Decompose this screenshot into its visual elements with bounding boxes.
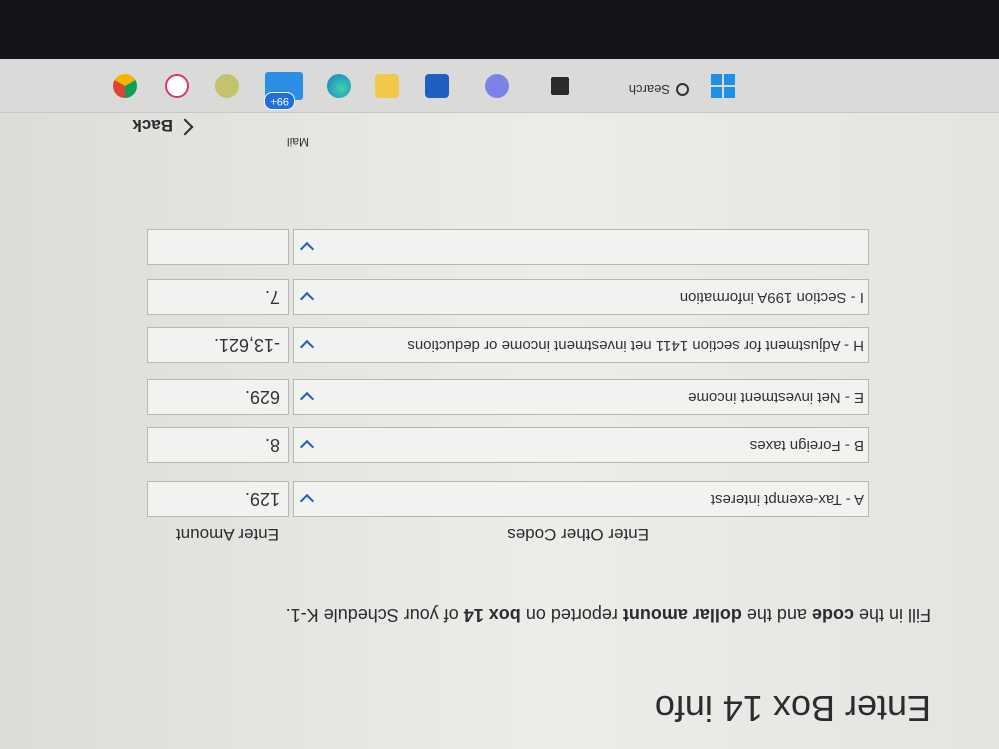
amount-input[interactable]: -13,621. bbox=[147, 327, 289, 363]
back-chevron-icon bbox=[176, 118, 194, 136]
screen: Enter Box 14 info Fill in the code and t… bbox=[0, 58, 999, 749]
mail-badge: 99+ bbox=[264, 92, 295, 110]
column-header-codes: Enter Other Codes bbox=[507, 525, 649, 544]
taskbar-search[interactable]: Search bbox=[629, 82, 689, 97]
amount-input[interactable]: 629. bbox=[147, 379, 289, 415]
task-view-icon[interactable] bbox=[551, 77, 569, 95]
code-select-value: I - Section 199A information bbox=[679, 289, 864, 306]
file-explorer-icon[interactable] bbox=[375, 74, 399, 98]
back-button-label: Back bbox=[132, 116, 173, 135]
chevron-down-icon bbox=[299, 339, 315, 355]
mail-tooltip: Mail bbox=[286, 135, 309, 149]
instructions-bold-dollar: dollar amount bbox=[622, 605, 742, 625]
code-select-value: E - Net investment income bbox=[688, 389, 864, 406]
amount-input[interactable]: 8. bbox=[147, 427, 289, 463]
code-select-value: A - Tax-exempt interest bbox=[710, 491, 864, 508]
instructions-bold-box: box 14 bbox=[463, 605, 521, 625]
chevron-down-icon bbox=[299, 291, 315, 307]
code-select[interactable]: B - Foreign taxes bbox=[293, 427, 869, 463]
chevron-down-icon bbox=[299, 493, 315, 509]
instructions-text-4: of your Schedule K-1. bbox=[285, 605, 464, 625]
page-title: Enter Box 14 info bbox=[654, 688, 931, 729]
code-select-value: B - Foreign taxes bbox=[749, 437, 864, 454]
amount-input[interactable]: 129. bbox=[147, 481, 289, 517]
teams-icon[interactable] bbox=[485, 74, 509, 98]
back-button[interactable]: Back bbox=[132, 115, 194, 136]
code-select[interactable]: A - Tax-exempt interest bbox=[293, 481, 869, 517]
amount-input[interactable] bbox=[147, 229, 289, 265]
code-select[interactable] bbox=[293, 229, 869, 265]
code-select-value: H - Adjustment for section 1411 net inve… bbox=[407, 337, 864, 354]
rotated-screen: Enter Box 14 info Fill in the code and t… bbox=[0, 0, 999, 749]
chrome-icon[interactable] bbox=[113, 74, 137, 98]
code-select[interactable]: E - Net investment income bbox=[293, 379, 869, 415]
photo-stage: Enter Box 14 info Fill in the code and t… bbox=[0, 0, 999, 749]
instructions-text-3: reported on bbox=[520, 605, 623, 625]
slack-icon[interactable] bbox=[165, 74, 189, 98]
column-header-amount: Enter Amount bbox=[175, 525, 279, 544]
monitor-bezel bbox=[0, 0, 999, 59]
store-icon[interactable] bbox=[425, 74, 449, 98]
chevron-down-icon bbox=[299, 241, 315, 257]
taskbar: Search 99+ bbox=[0, 58, 999, 113]
instructions-text-1: Fill in the bbox=[853, 605, 931, 625]
app-icon[interactable] bbox=[215, 74, 239, 98]
instructions: Fill in the code and the dollar amount r… bbox=[286, 604, 931, 625]
code-select[interactable]: H - Adjustment for section 1411 net inve… bbox=[293, 327, 869, 363]
edge-icon[interactable] bbox=[327, 74, 351, 98]
instructions-bold-code: code bbox=[811, 605, 854, 625]
chevron-down-icon bbox=[299, 391, 315, 407]
amount-input[interactable]: 7. bbox=[147, 279, 289, 315]
search-icon bbox=[676, 83, 689, 96]
windows-start-icon[interactable] bbox=[711, 74, 735, 98]
taskbar-search-label: Search bbox=[628, 82, 670, 97]
instructions-text-2: and the bbox=[741, 605, 812, 625]
code-select[interactable]: I - Section 199A information bbox=[293, 279, 869, 315]
chevron-down-icon bbox=[299, 439, 315, 455]
